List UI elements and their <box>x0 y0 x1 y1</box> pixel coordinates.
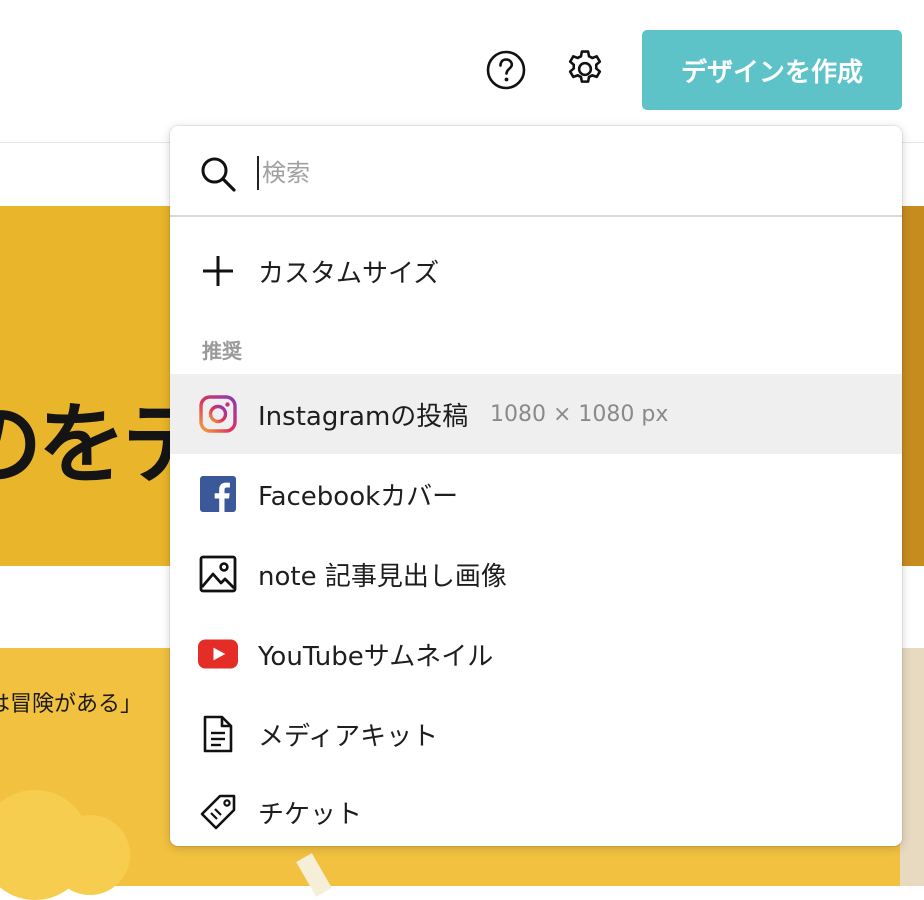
instagram-icon <box>198 394 238 434</box>
search-input[interactable] <box>260 148 864 198</box>
gear-icon <box>568 50 602 83</box>
section-label-recommended: 推奨 <box>202 339 242 363</box>
hero-clip: のをテ <box>0 206 180 566</box>
custom-size-item[interactable]: カスタムサイズ <box>170 231 902 311</box>
menu-item-facebook-cover[interactable]: Facebookカバー <box>170 454 902 534</box>
text-caret <box>257 156 259 190</box>
menu-item-note-header[interactable]: note 記事見出し画像 <box>170 534 902 614</box>
menu-item-ticket[interactable]: チケット <box>170 772 902 846</box>
tag-icon <box>198 792 238 832</box>
menu-item-label: Facebookカバー <box>258 481 459 512</box>
menu-item-size: 1080 × 1080 px <box>490 401 669 427</box>
top-header: デザインを作成 <box>0 0 924 143</box>
hero-banner-image <box>900 206 924 566</box>
menu-item-youtube-thumbnail[interactable]: YouTubeサムネイル <box>170 614 902 694</box>
template-thumbnail-right[interactable] <box>900 648 924 886</box>
menu-item-label: YouTubeサムネイル <box>258 641 494 672</box>
settings-button[interactable] <box>563 47 607 91</box>
menu-item-label: note 記事見出し画像 <box>258 561 507 592</box>
menu-item-label: チケット <box>258 799 363 830</box>
search-row <box>170 126 902 217</box>
quote-text: は冒険がある」 <box>0 692 143 717</box>
menu-item-instagram-post[interactable]: Instagramの投稿 1080 × 1080 px <box>170 374 902 454</box>
image-icon <box>198 554 238 594</box>
document-icon <box>198 714 238 754</box>
menu-item-media-kit[interactable]: メディアキット <box>170 694 902 774</box>
plus-icon <box>198 251 238 291</box>
hero-heading: のをテ <box>0 393 180 496</box>
facebook-icon <box>198 474 238 514</box>
youtube-icon <box>198 634 238 674</box>
custom-size-label: カスタムサイズ <box>258 258 440 289</box>
create-design-dropdown: カスタムサイズ 推奨 Instagramの投稿 1080 × 1080 px <box>170 126 902 846</box>
menu-item-label: メディアキット <box>258 721 439 752</box>
menu-item-label: Instagramの投稿 <box>258 401 469 432</box>
help-button[interactable] <box>485 49 527 91</box>
search-icon <box>201 157 236 192</box>
create-design-button[interactable]: デザインを作成 <box>642 30 902 110</box>
cloud-decoration <box>50 815 130 895</box>
question-circle-icon <box>486 50 526 90</box>
